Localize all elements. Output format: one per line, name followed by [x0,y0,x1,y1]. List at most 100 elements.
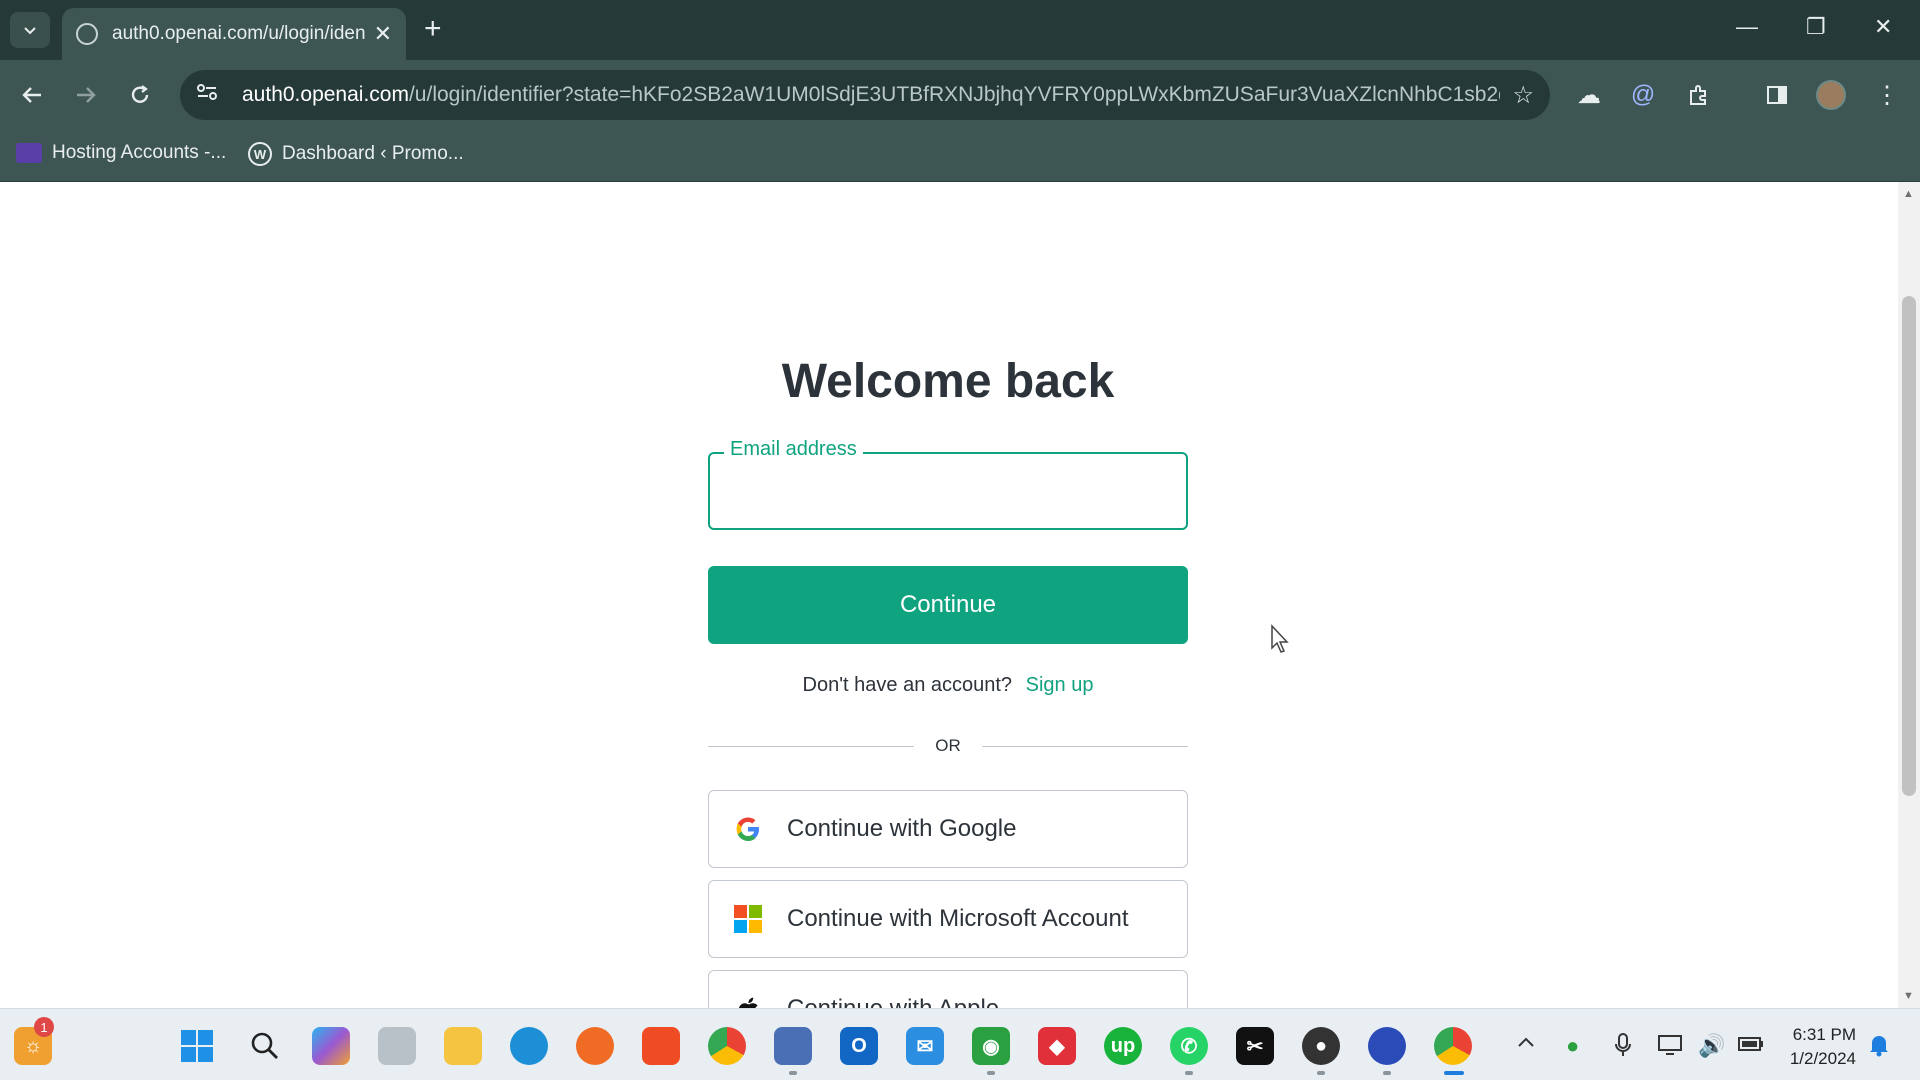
microsoft-login-button[interactable]: Continue with Microsoft Account [708,880,1188,958]
running-indicator [987,1071,995,1075]
upwork-icon[interactable]: up [1104,1027,1142,1065]
screen-recorder-icon[interactable]: ◉ [972,1027,1010,1065]
firefox-icon[interactable] [576,1027,614,1065]
or-divider: OR [708,734,1188,758]
email-input[interactable] [724,472,1164,512]
remote-desktop-icon[interactable] [774,1027,812,1065]
restore-button[interactable]: ❐ [1806,14,1826,40]
bookmark-hosting-accounts[interactable]: Hosting Accounts -... [16,142,226,164]
show-hidden-icons-chevron-icon[interactable] [1516,1033,1536,1059]
edge-browser-icon[interactable] [510,1027,548,1065]
copilot-icon[interactable] [312,1027,350,1065]
whatsapp-icon[interactable]: ✆ [1170,1027,1208,1065]
active-tab[interactable]: auth0.openai.com/u/login/iden ✕ [62,8,406,60]
menu-kebab-icon[interactable]: ⋮ [1870,78,1904,112]
start-button[interactable] [178,1027,216,1065]
anydesk-icon[interactable]: ◆ [1038,1027,1076,1065]
globe-icon [76,23,98,45]
browser-toolbar: auth0.openai.com/u/login/identifier?stat… [0,60,1920,130]
page-title: Welcome back [781,355,1115,408]
scroll-up-icon[interactable]: ▲ [1903,188,1914,200]
scrollbar-thumb[interactable] [1902,296,1916,796]
bookmark-label: Dashboard ‹ Promo... [282,143,464,164]
email-field-label: Email address [724,438,863,461]
file-explorer-icon[interactable] [444,1027,482,1065]
volume-icon[interactable]: 🔊 [1698,1033,1725,1059]
windows-taskbar: ☼ 1 O ✉ ◉ ◆ up ✆ ✂ ● ● 🔊 6:31 PM 1/2/202… [0,1008,1920,1080]
arrow-left-icon [22,87,41,103]
arrow-right-icon [77,87,96,103]
mouse-cursor-icon [1270,624,1290,661]
microsoft-icon [733,904,763,934]
tab-title: auth0.openai.com/u/login/iden [112,23,366,44]
task-view-icon[interactable] [378,1027,416,1065]
network-icon[interactable] [1658,1033,1682,1061]
scroll-down-icon[interactable]: ▼ [1903,990,1914,1002]
bookmark-star-icon[interactable]: ☆ [1512,81,1534,110]
page-scrollbar[interactable]: ▲ ▼ [1898,182,1920,1008]
app-icon[interactable] [1368,1027,1406,1065]
bookmark-dashboard[interactable]: W Dashboard ‹ Promo... [248,142,464,166]
notification-badge: 1 [34,1017,54,1037]
chrome-profile-icon[interactable] [1434,1027,1472,1065]
chrome-icon[interactable] [708,1027,746,1065]
url-host: auth0.openai.com [242,83,409,106]
tab-search-button[interactable] [10,12,50,48]
active-indicator [1444,1071,1464,1075]
close-tab-icon[interactable]: ✕ [374,21,392,47]
login-page: Welcome back Email address Continue Don'… [0,182,1898,1008]
running-indicator [1317,1071,1325,1075]
minimize-button[interactable]: — [1736,14,1758,40]
signup-link[interactable]: Sign up [1026,674,1094,696]
clock-date: 1/2/2024 [1789,1049,1856,1068]
chevron-down-icon [24,27,36,35]
running-indicator [1185,1071,1193,1075]
microsoft-login-label: Continue with Microsoft Account [787,905,1129,932]
signup-prompt-text: Don't have an account? [802,674,1013,696]
reload-button[interactable] [122,77,158,113]
continue-button[interactable]: Continue [708,566,1188,644]
back-button[interactable] [14,77,50,113]
apple-icon [733,994,763,1008]
url-text: auth0.openai.com/u/login/identifier?stat… [242,83,1500,107]
running-indicator [789,1071,797,1075]
bookmarks-bar: Hosting Accounts -... W Dashboard ‹ Prom… [0,130,1920,182]
security-tray-icon[interactable]: ● [1566,1033,1579,1059]
mail-icon[interactable]: ✉ [906,1027,944,1065]
bookmark-label: Hosting Accounts -... [52,142,227,163]
email-field[interactable]: Email address [708,438,1188,530]
google-login-label: Continue with Google [787,815,1017,842]
system-clock[interactable]: 6:31 PM 1/2/2024 [1776,1023,1856,1071]
profile-avatar[interactable] [1816,80,1846,110]
close-window-button[interactable]: ✕ [1874,14,1892,40]
clock-time: 6:31 PM [1792,1025,1856,1044]
apple-login-label: Continue with Apple [787,995,999,1008]
forward-button[interactable] [68,77,104,113]
divider-line [982,746,1188,747]
new-tab-button[interactable]: + [424,14,442,44]
battery-icon[interactable] [1738,1033,1764,1059]
google-login-button[interactable]: Continue with Google [708,790,1188,868]
email-extension-icon[interactable]: @ [1626,78,1660,112]
cloud-extension-icon[interactable]: ☁ [1572,78,1606,112]
outlook-icon[interactable]: O [840,1027,878,1065]
obs-studio-icon[interactable]: ● [1302,1027,1340,1065]
search-icon[interactable] [246,1027,284,1065]
microphone-icon[interactable] [1614,1033,1632,1063]
brave-browser-icon[interactable] [642,1027,680,1065]
bookmark-favicon-icon [16,143,42,163]
apple-login-button[interactable]: Continue with Apple [708,970,1188,1008]
wordpress-icon: W [248,142,272,166]
capcut-icon[interactable]: ✂ [1236,1027,1274,1065]
running-indicator [1383,1071,1391,1075]
site-info-icon[interactable] [196,83,224,107]
google-icon [733,814,763,844]
notifications-bell-icon[interactable] [1868,1033,1890,1063]
side-panel-icon[interactable] [1760,78,1794,112]
address-bar[interactable]: auth0.openai.com/u/login/identifier?stat… [180,70,1550,120]
signup-prompt-row: Don't have an account? Sign up [0,674,1896,697]
extensions-puzzle-icon[interactable] [1682,78,1716,112]
url-path: /u/login/identifier?state=hKFo2SB2aW1UM0… [408,83,1501,106]
tab-strip: auth0.openai.com/u/login/iden ✕ + — ❐ ✕ [0,0,1920,60]
reload-icon [131,85,149,103]
